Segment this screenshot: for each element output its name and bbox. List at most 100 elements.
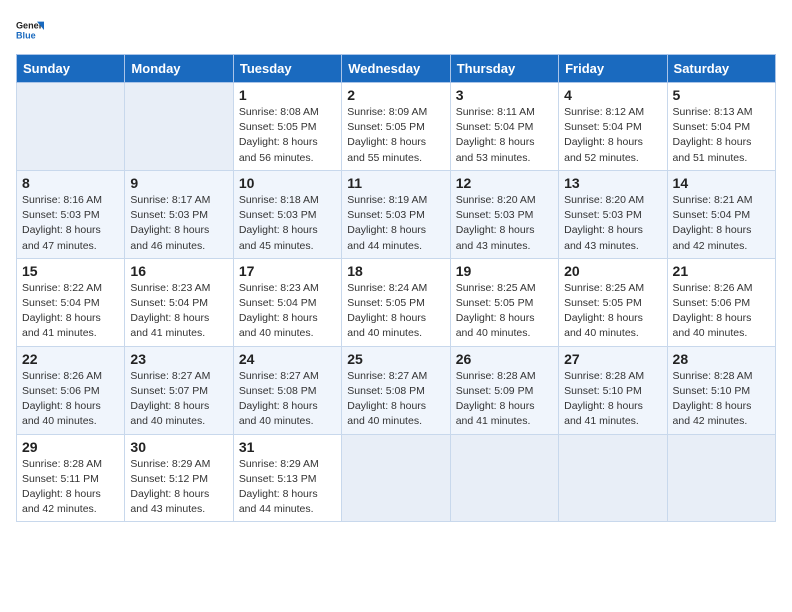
day-header-friday: Friday xyxy=(559,55,667,83)
day-detail: Sunrise: 8:28 AMSunset: 5:10 PMDaylight:… xyxy=(564,369,661,430)
day-number: 12 xyxy=(456,175,553,191)
day-header-monday: Monday xyxy=(125,55,233,83)
calendar-week-1: 1Sunrise: 8:08 AMSunset: 5:05 PMDaylight… xyxy=(17,83,776,171)
day-header-saturday: Saturday xyxy=(667,55,775,83)
calendar-cell: 28 Sunrise: 8:28 AMSunset: 5:10 PMDayligh… xyxy=(667,346,775,434)
calendar-cell: 26 Sunrise: 8:28 AMSunset: 5:09 PMDayligh… xyxy=(450,346,558,434)
day-detail: Sunrise: 8:26 AMSunset: 5:06 PMDaylight:… xyxy=(22,369,119,430)
day-number: 27 xyxy=(564,351,661,367)
day-number: 31 xyxy=(239,439,336,455)
day-number: 8 xyxy=(22,175,119,191)
day-detail: Sunrise: 8:26 AMSunset: 5:06 PMDaylight:… xyxy=(673,281,770,342)
day-number: 30 xyxy=(130,439,227,455)
calendar-cell: 1Sunrise: 8:08 AMSunset: 5:05 PMDaylight… xyxy=(233,83,341,171)
day-header-thursday: Thursday xyxy=(450,55,558,83)
day-detail: Sunrise: 8:23 AMSunset: 5:04 PMDaylight:… xyxy=(130,281,227,342)
day-number: 3 xyxy=(456,87,553,103)
day-number: 21 xyxy=(673,263,770,279)
day-number: 18 xyxy=(347,263,444,279)
day-number: 16 xyxy=(130,263,227,279)
calendar-cell: 9Sunrise: 8:17 AMSunset: 5:03 PMDaylight… xyxy=(125,170,233,258)
day-number: 15 xyxy=(22,263,119,279)
calendar-cell: 8 Sunrise: 8:16 AMSunset: 5:03 PMDaylight… xyxy=(17,170,125,258)
day-detail: Sunrise: 8:17 AMSunset: 5:03 PMDaylight:… xyxy=(130,193,227,254)
calendar-cell: 13 Sunrise: 8:20 AMSunset: 5:03 PMDayligh… xyxy=(559,170,667,258)
calendar-cell: 11 Sunrise: 8:19 AMSunset: 5:03 PMDayligh… xyxy=(342,170,450,258)
day-number: 25 xyxy=(347,351,444,367)
calendar-cell xyxy=(342,434,450,522)
day-number: 11 xyxy=(347,175,444,191)
calendar-cell: 12 Sunrise: 8:20 AMSunset: 5:03 PMDayligh… xyxy=(450,170,558,258)
day-detail: Sunrise: 8:20 AMSunset: 5:03 PMDaylight:… xyxy=(456,193,553,254)
day-detail: Sunrise: 8:20 AMSunset: 5:03 PMDaylight:… xyxy=(564,193,661,254)
calendar-cell: 29 Sunrise: 8:28 AMSunset: 5:11 PMDayligh… xyxy=(17,434,125,522)
calendar-cell: 25 Sunrise: 8:27 AMSunset: 5:08 PMDayligh… xyxy=(342,346,450,434)
day-detail: Sunrise: 8:21 AMSunset: 5:04 PMDaylight:… xyxy=(673,193,770,254)
calendar-cell: 31 Sunrise: 8:29 AMSunset: 5:13 PMDayligh… xyxy=(233,434,341,522)
day-header-wednesday: Wednesday xyxy=(342,55,450,83)
day-number: 29 xyxy=(22,439,119,455)
day-detail: Sunrise: 8:29 AMSunset: 5:12 PMDaylight:… xyxy=(130,457,227,518)
calendar-cell: 5Sunrise: 8:13 AMSunset: 5:04 PMDaylight… xyxy=(667,83,775,171)
day-detail: Sunrise: 8:09 AMSunset: 5:05 PMDaylight:… xyxy=(347,105,444,166)
calendar-header-row: SundayMondayTuesdayWednesdayThursdayFrid… xyxy=(17,55,776,83)
day-detail: Sunrise: 8:25 AMSunset: 5:05 PMDaylight:… xyxy=(564,281,661,342)
day-number: 14 xyxy=(673,175,770,191)
day-number: 22 xyxy=(22,351,119,367)
logo: General Blue xyxy=(16,16,44,44)
calendar-cell xyxy=(125,83,233,171)
calendar-cell xyxy=(559,434,667,522)
day-detail: Sunrise: 8:18 AMSunset: 5:03 PMDaylight:… xyxy=(239,193,336,254)
calendar-cell xyxy=(450,434,558,522)
day-number: 19 xyxy=(456,263,553,279)
day-detail: Sunrise: 8:29 AMSunset: 5:13 PMDaylight:… xyxy=(239,457,336,518)
day-header-sunday: Sunday xyxy=(17,55,125,83)
calendar-cell: 18 Sunrise: 8:24 AMSunset: 5:05 PMDayligh… xyxy=(342,258,450,346)
day-detail: Sunrise: 8:25 AMSunset: 5:05 PMDaylight:… xyxy=(456,281,553,342)
day-number: 4 xyxy=(564,87,661,103)
calendar-body: 1Sunrise: 8:08 AMSunset: 5:05 PMDaylight… xyxy=(17,83,776,522)
calendar-cell xyxy=(17,83,125,171)
day-detail: Sunrise: 8:19 AMSunset: 5:03 PMDaylight:… xyxy=(347,193,444,254)
calendar-cell: 30 Sunrise: 8:29 AMSunset: 5:12 PMDayligh… xyxy=(125,434,233,522)
day-detail: Sunrise: 8:27 AMSunset: 5:07 PMDaylight:… xyxy=(130,369,227,430)
calendar-cell: 20 Sunrise: 8:25 AMSunset: 5:05 PMDayligh… xyxy=(559,258,667,346)
calendar-cell: 4 Sunrise: 8:12 AMSunset: 5:04 PMDaylight… xyxy=(559,83,667,171)
calendar-table: SundayMondayTuesdayWednesdayThursdayFrid… xyxy=(16,54,776,522)
svg-text:Blue: Blue xyxy=(16,30,36,40)
calendar-week-3: 15 Sunrise: 8:22 AMSunset: 5:04 PMDayligh… xyxy=(17,258,776,346)
calendar-cell: 21 Sunrise: 8:26 AMSunset: 5:06 PMDayligh… xyxy=(667,258,775,346)
day-number: 26 xyxy=(456,351,553,367)
day-detail: Sunrise: 8:28 AMSunset: 5:10 PMDaylight:… xyxy=(673,369,770,430)
day-number: 20 xyxy=(564,263,661,279)
calendar-week-5: 29 Sunrise: 8:28 AMSunset: 5:11 PMDayligh… xyxy=(17,434,776,522)
day-detail: Sunrise: 8:28 AMSunset: 5:11 PMDaylight:… xyxy=(22,457,119,518)
day-detail: Sunrise: 8:22 AMSunset: 5:04 PMDaylight:… xyxy=(22,281,119,342)
day-detail: Sunrise: 8:27 AMSunset: 5:08 PMDaylight:… xyxy=(347,369,444,430)
calendar-cell: 22 Sunrise: 8:26 AMSunset: 5:06 PMDayligh… xyxy=(17,346,125,434)
day-detail: Sunrise: 8:28 AMSunset: 5:09 PMDaylight:… xyxy=(456,369,553,430)
logo-icon: General Blue xyxy=(16,16,44,44)
day-detail: Sunrise: 8:27 AMSunset: 5:08 PMDaylight:… xyxy=(239,369,336,430)
calendar-cell xyxy=(667,434,775,522)
day-number: 2 xyxy=(347,87,444,103)
header: General Blue xyxy=(16,16,776,44)
day-detail: Sunrise: 8:16 AMSunset: 5:03 PMDaylight:… xyxy=(22,193,119,254)
day-detail: Sunrise: 8:12 AMSunset: 5:04 PMDaylight:… xyxy=(564,105,661,166)
day-number: 23 xyxy=(130,351,227,367)
day-detail: Sunrise: 8:23 AMSunset: 5:04 PMDaylight:… xyxy=(239,281,336,342)
calendar-cell: 17Sunrise: 8:23 AMSunset: 5:04 PMDayligh… xyxy=(233,258,341,346)
day-detail: Sunrise: 8:13 AMSunset: 5:04 PMDaylight:… xyxy=(673,105,770,166)
calendar-cell: 19 Sunrise: 8:25 AMSunset: 5:05 PMDayligh… xyxy=(450,258,558,346)
day-number: 13 xyxy=(564,175,661,191)
calendar-cell: 10Sunrise: 8:18 AMSunset: 5:03 PMDayligh… xyxy=(233,170,341,258)
day-number: 28 xyxy=(673,351,770,367)
day-detail: Sunrise: 8:24 AMSunset: 5:05 PMDaylight:… xyxy=(347,281,444,342)
calendar-week-2: 8 Sunrise: 8:16 AMSunset: 5:03 PMDaylight… xyxy=(17,170,776,258)
calendar-cell: 23 Sunrise: 8:27 AMSunset: 5:07 PMDayligh… xyxy=(125,346,233,434)
calendar-cell: 14 Sunrise: 8:21 AMSunset: 5:04 PMDayligh… xyxy=(667,170,775,258)
calendar-cell: 2 Sunrise: 8:09 AMSunset: 5:05 PMDaylight… xyxy=(342,83,450,171)
day-number: 24 xyxy=(239,351,336,367)
calendar-cell: 16 Sunrise: 8:23 AMSunset: 5:04 PMDayligh… xyxy=(125,258,233,346)
calendar-cell: 24 Sunrise: 8:27 AMSunset: 5:08 PMDayligh… xyxy=(233,346,341,434)
